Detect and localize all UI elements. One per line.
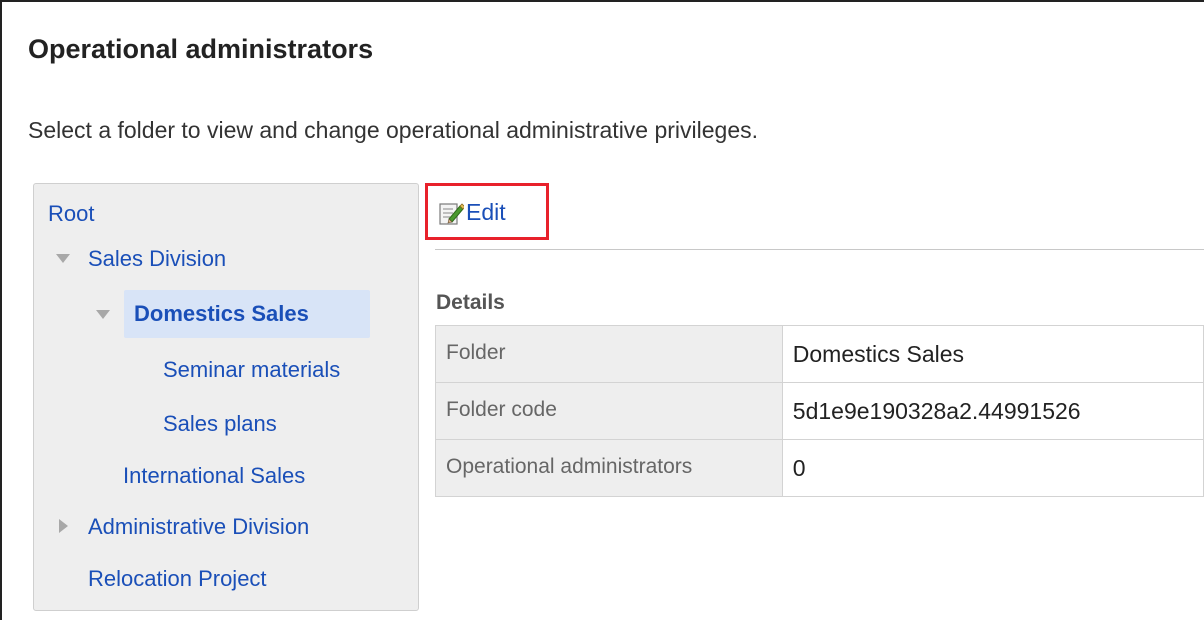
details-table: Folder Domestics Sales Folder code 5d1e9… [435, 325, 1204, 497]
tree-item-label: Sales Division [88, 246, 227, 271]
tree-item-label: Seminar materials [163, 357, 341, 382]
tree-item-domestics-sales[interactable]: Domestics Sales [124, 290, 370, 338]
tree-item-administrative-division[interactable]: Administrative Division [88, 514, 309, 540]
row-value: 5d1e9e190328a2.44991526 [781, 382, 1204, 440]
tree-item-label: Relocation Project [88, 566, 267, 591]
window-frame: Operational administrators Select a fold… [0, 0, 1204, 620]
triangle-down-icon[interactable] [56, 254, 70, 263]
tree-item-seminar-materials[interactable]: Seminar materials [163, 357, 340, 383]
tree-item-label: Root [48, 201, 95, 226]
triangle-right-icon[interactable] [59, 519, 68, 533]
table-row: Folder Domestics Sales [435, 325, 1204, 383]
edit-highlight-box: Edit [425, 183, 549, 240]
row-label: Folder code [435, 382, 783, 440]
tree-item-label: Administrative Division [88, 514, 310, 539]
toolbar-divider [435, 249, 1204, 250]
tree-item-sales-division[interactable]: Sales Division [88, 246, 226, 272]
edit-label: Edit [466, 199, 506, 225]
triangle-down-icon[interactable] [96, 310, 110, 319]
table-row: Operational administrators 0 [435, 439, 1204, 497]
table-row: Folder code 5d1e9e190328a2.44991526 [435, 382, 1204, 440]
tree-item-sales-plans[interactable]: Sales plans [163, 411, 277, 437]
tree-item-root[interactable]: Root [48, 201, 94, 227]
tree-item-label: Domestics Sales [134, 301, 309, 326]
details-heading: Details [436, 291, 505, 314]
tree-item-label: Sales plans [163, 411, 277, 436]
edit-note-icon [439, 202, 464, 225]
row-label: Folder [435, 325, 783, 383]
row-value: 0 [781, 439, 1204, 497]
page-title: Operational administrators [28, 34, 374, 64]
tree-item-relocation-project[interactable]: Relocation Project [88, 566, 267, 592]
edit-button[interactable]: Edit [438, 199, 506, 226]
tree-item-international-sales[interactable]: International Sales [123, 463, 305, 489]
page-description: Select a folder to view and change opera… [28, 117, 759, 143]
tree-item-label: International Sales [123, 463, 306, 488]
row-value: Domestics Sales [781, 325, 1204, 383]
row-label: Operational administrators [435, 439, 783, 497]
